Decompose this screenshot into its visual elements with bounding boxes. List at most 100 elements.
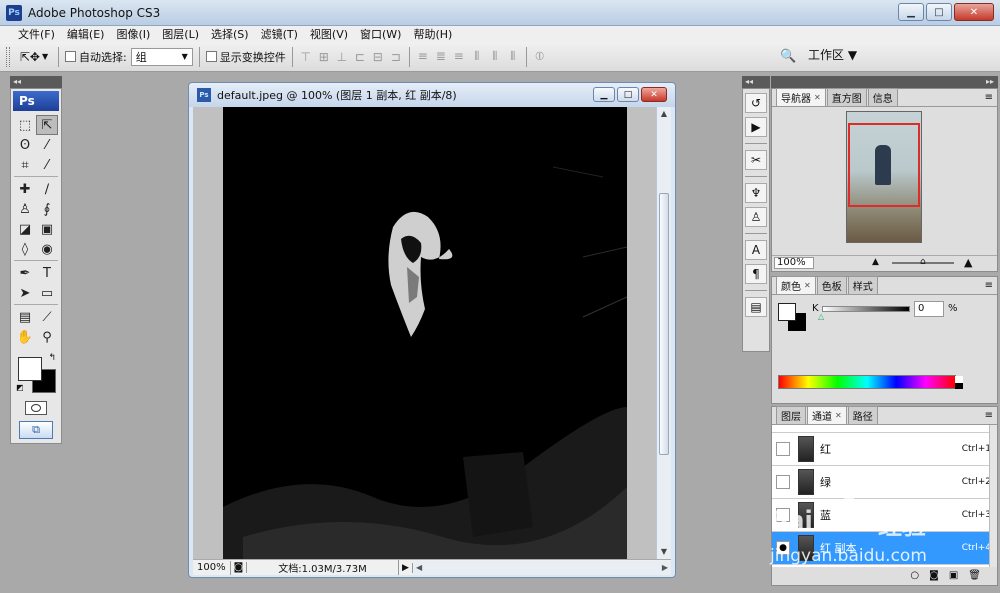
history-panel-icon[interactable]: ↺ — [745, 93, 767, 113]
k-value-field[interactable]: 0 — [914, 301, 944, 317]
navigator-view[interactable] — [772, 107, 997, 255]
minimize-button[interactable]: ▁ — [898, 3, 924, 21]
doc-minimize-button[interactable]: ▁ — [593, 87, 615, 102]
scroll-right-icon[interactable]: ▶ — [662, 563, 668, 572]
channels-scrollbar[interactable] — [989, 425, 997, 567]
show-transform-checkbox[interactable]: 显示变换控件 — [205, 49, 286, 65]
doc-maximize-button[interactable]: □ — [617, 87, 639, 102]
scroll-thumb[interactable] — [659, 193, 669, 455]
healing-brush-tool-icon[interactable]: ✚ — [14, 179, 36, 199]
quick-mask-button[interactable] — [25, 401, 47, 415]
tab-color[interactable]: 颜色 ✕ — [776, 276, 816, 294]
brush-tool-icon[interactable]: ∕ — [36, 179, 58, 199]
navigator-zoom-field[interactable]: 100% — [774, 256, 814, 269]
eye-icon[interactable]: ● — [776, 541, 790, 555]
navigator-view-box[interactable] — [848, 123, 920, 207]
default-colors-icon[interactable]: ◩ — [16, 383, 24, 392]
menu-filter[interactable]: 滤镜(T) — [255, 26, 304, 42]
tool-preset-picker[interactable]: ⇱✥ ▼ — [16, 46, 52, 68]
distribute-left-icon[interactable]: ⫴ — [470, 49, 484, 64]
close-icon[interactable]: ✕ — [835, 411, 842, 420]
tab-paths[interactable]: 路径 — [847, 406, 878, 424]
maximize-button[interactable]: □ — [926, 3, 952, 21]
horizontal-scrollbar[interactable]: ◀ ▶ — [413, 560, 671, 575]
status-info-icon[interactable]: ◙ — [231, 562, 247, 573]
k-slider[interactable] — [822, 306, 910, 312]
screen-mode-button[interactable]: ⧉ — [19, 421, 53, 439]
left-collapse-bar[interactable]: ◂◂ — [10, 76, 62, 88]
pen-tool-icon[interactable]: ✒ — [14, 263, 36, 283]
marquee-tool-icon[interactable]: ⬚ — [14, 115, 36, 135]
visibility-toggle[interactable] — [776, 442, 790, 456]
eyedropper-tool-icon[interactable]: ⟋ — [36, 307, 58, 327]
align-right-icon[interactable]: ⊐ — [389, 50, 403, 64]
scroll-up-icon[interactable]: ▲ — [657, 107, 671, 121]
eraser-tool-icon[interactable]: ◪ — [14, 219, 36, 239]
save-selection-icon[interactable]: ◙ — [929, 570, 939, 581]
shape-tool-icon[interactable]: ▭ — [36, 283, 58, 303]
dodge-tool-icon[interactable]: ◉ — [36, 239, 58, 259]
clone-source-icon[interactable]: ♙ — [745, 207, 767, 227]
menu-image[interactable]: 图像(I) — [110, 26, 156, 42]
canvas-area[interactable] — [193, 107, 657, 559]
menu-window[interactable]: 窗口(W) — [354, 26, 407, 42]
workspace-button[interactable]: 工作区 ▼ — [808, 46, 857, 63]
slice-tool-icon[interactable]: ⁄ — [36, 155, 58, 175]
black-swatch[interactable] — [955, 383, 963, 389]
distribute-hcenter-icon[interactable]: ⦀ — [488, 49, 502, 64]
paragraph-panel-icon[interactable]: ¶ — [745, 264, 767, 284]
tab-histogram[interactable]: 直方图 — [826, 88, 867, 106]
load-selection-icon[interactable]: ○ — [910, 570, 919, 581]
zoom-level-field[interactable]: 100% — [193, 560, 231, 575]
k-slider-handle[interactable]: △ — [818, 312, 824, 321]
document-titlebar[interactable]: Ps default.jpeg @ 100% (图层 1 副本, 红 副本/8)… — [189, 83, 675, 107]
foreground-color-swatch[interactable] — [18, 357, 42, 381]
close-button[interactable]: ✕ — [954, 3, 994, 21]
path-selection-tool-icon[interactable]: ➤ — [14, 283, 36, 303]
distribute-right-icon[interactable]: ⫴ — [506, 49, 520, 64]
type-tool-icon[interactable]: T — [36, 263, 58, 283]
doc-close-button[interactable]: ✕ — [641, 87, 667, 102]
channel-row-red-copy[interactable]: ● 红 副本 Ctrl+4 — [772, 532, 997, 565]
move-tool-icon[interactable]: ⇱ — [36, 115, 58, 135]
checkbox-box[interactable] — [205, 51, 217, 62]
options-grip[interactable] — [6, 46, 10, 67]
zoom-out-icon[interactable]: ▲ — [872, 257, 879, 267]
tab-info[interactable]: 信息 — [867, 88, 898, 106]
character-panel-icon[interactable]: A — [745, 240, 767, 260]
status-menu-icon[interactable]: ▶ — [399, 562, 413, 573]
menu-select[interactable]: 选择(S) — [205, 26, 255, 42]
checkbox-box[interactable] — [65, 51, 76, 62]
layer-comps-icon[interactable]: ▤ — [745, 297, 767, 317]
menu-layer[interactable]: 图层(L) — [156, 26, 205, 42]
scroll-left-icon[interactable]: ◀ — [416, 563, 422, 572]
menu-file[interactable]: 文件(F) — [12, 26, 61, 42]
distribute-bottom-icon[interactable]: ≡ — [452, 49, 466, 64]
scroll-down-icon[interactable]: ▼ — [657, 545, 671, 559]
gradient-tool-icon[interactable]: ▣ — [36, 219, 58, 239]
blur-tool-icon[interactable]: ◊ — [14, 239, 36, 259]
vertical-scrollbar[interactable]: ▲ ▼ — [656, 107, 671, 559]
auto-align-icon[interactable]: ⦶ — [533, 49, 547, 64]
zoom-tool-icon[interactable]: ⚲ — [36, 327, 58, 347]
channel-row-red[interactable]: 红 Ctrl+1 — [772, 433, 997, 466]
trash-icon[interactable]: 🗑 — [968, 570, 981, 581]
zoom-slider-knob[interactable]: ⌂ — [920, 257, 926, 267]
menu-help[interactable]: 帮助(H) — [407, 26, 458, 42]
panel-foreground-swatch[interactable] — [778, 303, 796, 321]
tab-navigator[interactable]: 导航器 ✕ — [776, 88, 826, 106]
history-brush-tool-icon[interactable]: ∮ — [36, 199, 58, 219]
align-hcenter-icon[interactable]: ⊟ — [371, 50, 385, 64]
visibility-toggle[interactable] — [776, 475, 790, 489]
actions-panel-icon[interactable]: ▶ — [745, 117, 767, 137]
menu-view[interactable]: 视图(V) — [304, 26, 354, 42]
dock-collapse-bar[interactable]: ◂◂ — [742, 76, 770, 88]
clone-stamp-tool-icon[interactable]: ♙ — [14, 199, 36, 219]
distribute-vcenter-icon[interactable]: ≣ — [434, 49, 448, 64]
canvas-image[interactable] — [223, 107, 627, 559]
tab-layers[interactable]: 图层 — [776, 406, 806, 424]
right-collapse-bar[interactable]: ▸▸ — [771, 76, 998, 88]
close-icon[interactable]: ✕ — [804, 281, 811, 290]
visibility-toggle[interactable] — [776, 508, 790, 522]
panel-menu-icon[interactable]: ≡ — [985, 92, 993, 103]
